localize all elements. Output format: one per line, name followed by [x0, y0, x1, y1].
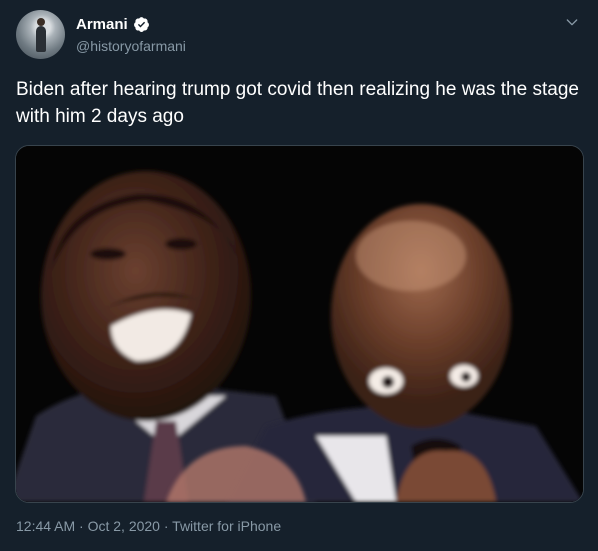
timestamp[interactable]: 12:44 AM · Oct 2, 2020 ·: [16, 518, 172, 534]
author-handle[interactable]: @historyofarmani: [76, 38, 186, 54]
tweet-source[interactable]: Twitter for iPhone: [172, 518, 281, 534]
tweet-metadata: 12:44 AM · Oct 2, 2020 · Twitter for iPh…: [16, 518, 281, 534]
meme-image-illustration: [16, 146, 583, 502]
author-row: Armani: [76, 16, 150, 33]
verified-badge-icon: [133, 17, 149, 32]
chevron-down-icon[interactable]: [564, 14, 580, 30]
tweet-text: Biden after hearing trump got covid then…: [16, 79, 579, 127]
tweet-header: Armani @historyofarmani: [16, 10, 582, 62]
avatar[interactable]: [16, 10, 65, 59]
tweet-image[interactable]: [15, 145, 584, 503]
author-name[interactable]: Armani: [76, 16, 128, 33]
tweet-card: Armani @historyofarmani Biden after hear…: [0, 0, 598, 551]
